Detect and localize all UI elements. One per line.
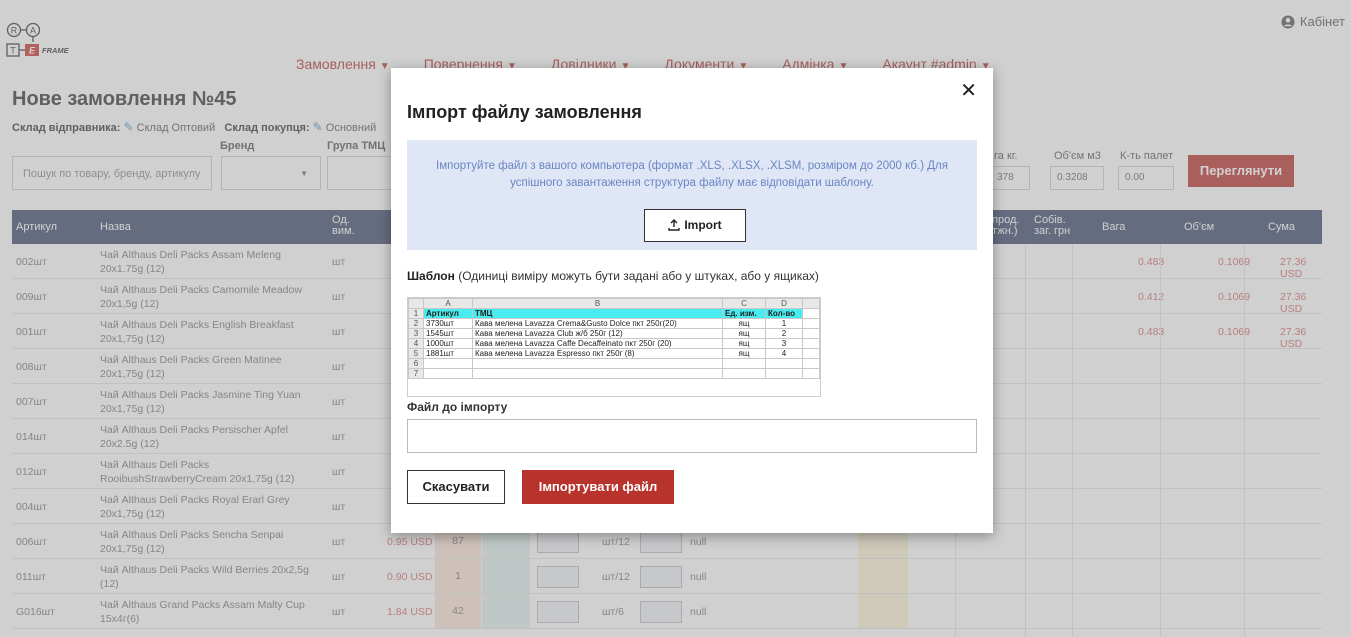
sheet-empty-cell bbox=[472, 368, 723, 379]
import-file-button[interactable]: Імпортувати файл bbox=[522, 470, 674, 504]
sheet-header-cell: ТМЦ bbox=[472, 308, 723, 319]
template-hint: (Одиниці виміру можуть бути задані або у… bbox=[458, 269, 819, 283]
template-sheet-image: A B C D 1 Артикул ТМЦ Ед. изм. Кол-во 2 … bbox=[407, 297, 821, 397]
sheet-cell: ящ bbox=[722, 348, 766, 359]
sheet-row-number: 2 bbox=[408, 318, 424, 329]
sheet-empty-cell bbox=[722, 368, 766, 379]
upload-icon bbox=[668, 219, 681, 231]
sheet-col-letter: D bbox=[765, 298, 803, 309]
sheet-header-cell: Артикул bbox=[423, 308, 473, 319]
sheet-empty-cell bbox=[802, 298, 820, 309]
sheet-row-number: 5 bbox=[408, 348, 424, 359]
sheet-cell: ящ bbox=[722, 338, 766, 349]
sheet-cell: 1000шт bbox=[423, 338, 473, 349]
sheet-col-letter: B bbox=[472, 298, 723, 309]
sheet-cell: 3 bbox=[765, 338, 803, 349]
file-input[interactable] bbox=[407, 419, 977, 453]
sheet-empty-cell bbox=[423, 358, 473, 369]
sheet-header-cell: Ед. изм. bbox=[722, 308, 766, 319]
sheet-empty-cell bbox=[802, 318, 820, 329]
import-modal: Імпорт файлу замовлення ✕ Імпортуйте фай… bbox=[391, 68, 993, 533]
sheet-empty-cell bbox=[802, 338, 820, 349]
sheet-empty-cell bbox=[802, 368, 820, 379]
sheet-cell: 4 bbox=[765, 348, 803, 359]
template-label: Шаблон bbox=[407, 269, 455, 283]
sheet-corner bbox=[408, 298, 424, 309]
import-info-panel: Імпортуйте файл з вашого компьютера (фор… bbox=[407, 140, 977, 250]
sheet-cell: Кава мелена Lavazza Club ж/б 250г (12) bbox=[472, 328, 723, 339]
close-icon[interactable]: ✕ bbox=[960, 78, 977, 103]
sheet-cell: ящ bbox=[722, 318, 766, 329]
sheet-empty-cell bbox=[472, 358, 723, 369]
import-button[interactable]: Import bbox=[644, 209, 746, 242]
modal-title: Імпорт файлу замовлення bbox=[407, 102, 642, 122]
sheet-col-letter: C bbox=[722, 298, 766, 309]
sheet-cell: Кава мелена Lavazza Espresso пкт 250г (8… bbox=[472, 348, 723, 359]
sheet-row-number: 3 bbox=[408, 328, 424, 339]
sheet-row-number: 6 bbox=[408, 358, 424, 369]
sheet-cell: Кава мелена Lavazza Caffe Decaffeinato п… bbox=[472, 338, 723, 349]
sheet-empty-cell bbox=[423, 368, 473, 379]
sheet-cell: 1545шт bbox=[423, 328, 473, 339]
sheet-empty-cell bbox=[722, 358, 766, 369]
sheet-empty-cell bbox=[802, 348, 820, 359]
sheet-cell: Кава мелена Lavazza Crema&Gusto Dolce пк… bbox=[472, 318, 723, 329]
sheet-empty-cell bbox=[802, 358, 820, 369]
template-caption: Шаблон (Одиниці виміру можуть бути задан… bbox=[407, 269, 819, 283]
sheet-header-cell: Кол-во bbox=[765, 308, 803, 319]
sheet-cell: 2 bbox=[765, 328, 803, 339]
sheet-cell: 1 bbox=[765, 318, 803, 329]
sheet-cell: ящ bbox=[722, 328, 766, 339]
sheet-empty-cell bbox=[765, 358, 803, 369]
sheet-empty-cell bbox=[802, 328, 820, 339]
sheet-row-number: 4 bbox=[408, 338, 424, 349]
file-label: Файл до імпорту bbox=[407, 400, 508, 414]
sheet-row-number: 1 bbox=[408, 308, 424, 319]
sheet-empty-cell bbox=[802, 308, 820, 319]
cancel-button[interactable]: Скасувати bbox=[407, 470, 505, 504]
sheet-row-number: 7 bbox=[408, 368, 424, 379]
sheet-cell: 3730шт bbox=[423, 318, 473, 329]
sheet-empty-cell bbox=[765, 368, 803, 379]
import-button-label: Import bbox=[684, 218, 722, 232]
import-info-text: Імпортуйте файл з вашого компьютера (фор… bbox=[436, 160, 948, 189]
sheet-col-letter: A bbox=[423, 298, 473, 309]
sheet-cell: 1881шт bbox=[423, 348, 473, 359]
